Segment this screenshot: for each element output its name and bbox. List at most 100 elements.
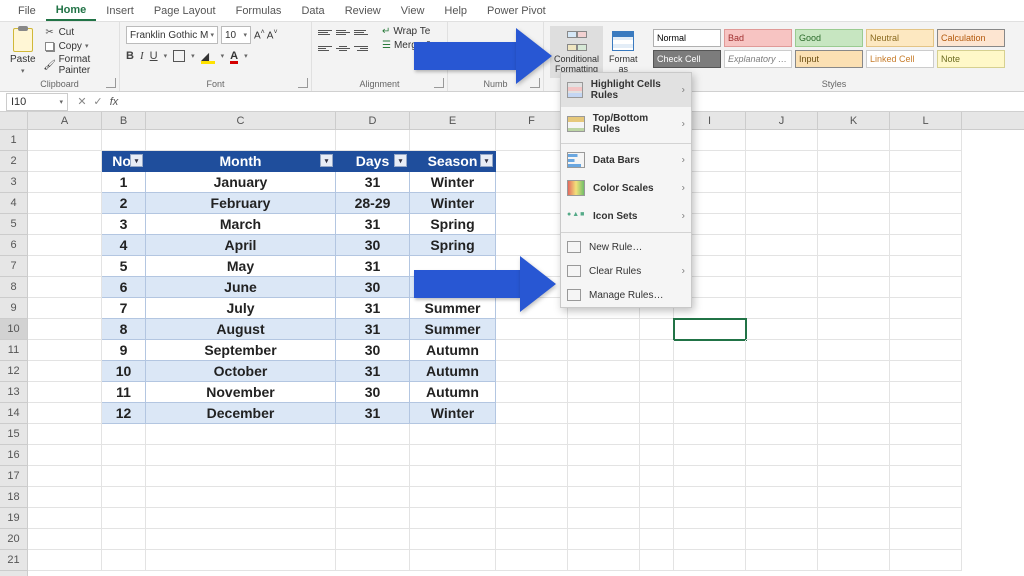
cell[interactable] [28,193,102,214]
cell[interactable] [746,424,818,445]
cell[interactable] [746,319,818,340]
style-chip[interactable]: Linked Cell [866,50,934,68]
style-chip[interactable]: Bad [724,29,792,47]
cell[interactable] [818,382,890,403]
enter-formula-button[interactable]: ✓ [90,95,106,108]
cell[interactable] [102,424,146,445]
row-header[interactable]: 10 [0,319,27,340]
cancel-formula-button[interactable]: ✕ [74,95,90,108]
bold-button[interactable]: B [126,50,134,62]
align-right-button[interactable] [354,42,368,54]
cell[interactable] [746,277,818,298]
cell[interactable] [818,424,890,445]
cell[interactable]: 11 [102,382,146,403]
cell[interactable]: 7 [102,298,146,319]
cell[interactable]: 10 [102,361,146,382]
cell[interactable]: February [146,193,336,214]
cell[interactable] [496,403,568,424]
cell[interactable] [28,214,102,235]
tab-file[interactable]: File [8,2,46,20]
cell[interactable] [336,424,410,445]
style-chip[interactable]: Good [795,29,863,47]
style-chip[interactable]: Note [937,50,1005,68]
cell[interactable]: 31 [336,403,410,424]
cell[interactable] [496,487,568,508]
cell[interactable] [746,550,818,571]
style-chip[interactable]: Normal [653,29,721,47]
cell[interactable] [496,319,568,340]
cell[interactable] [890,319,962,340]
cell[interactable] [640,319,674,340]
cell[interactable]: Winter [410,172,496,193]
cell[interactable] [102,445,146,466]
cell[interactable] [496,340,568,361]
cell[interactable] [102,487,146,508]
column-header[interactable]: D [336,112,410,129]
cell[interactable] [336,130,410,151]
insert-function-button[interactable]: fx [106,96,122,108]
cell[interactable] [674,361,746,382]
cell[interactable] [746,445,818,466]
cell[interactable] [818,277,890,298]
cell[interactable] [28,487,102,508]
cell[interactable] [640,466,674,487]
cell[interactable] [568,361,640,382]
cell[interactable]: August [146,319,336,340]
cell[interactable] [146,424,336,445]
row-header[interactable]: 19 [0,508,27,529]
cell[interactable] [890,256,962,277]
cell[interactable]: Autumn [410,361,496,382]
cell[interactable] [818,172,890,193]
cell[interactable] [890,130,962,151]
cell[interactable] [890,214,962,235]
style-chip[interactable]: Input [795,50,863,68]
cell[interactable] [568,403,640,424]
row-header[interactable]: 17 [0,466,27,487]
cell[interactable] [568,424,640,445]
cell[interactable] [410,130,496,151]
cell[interactable] [674,382,746,403]
cell[interactable] [28,508,102,529]
tab-data[interactable]: Data [291,2,334,20]
cell[interactable]: Winter [410,403,496,424]
cell[interactable] [496,508,568,529]
cell[interactable] [818,361,890,382]
tab-insert[interactable]: Insert [96,2,144,20]
cell[interactable] [890,277,962,298]
column-header[interactable]: L [890,112,962,129]
font-name-select[interactable]: Franklin Gothic M ▾ [126,26,218,44]
cell[interactable] [28,277,102,298]
tab-page-layout[interactable]: Page Layout [144,2,226,20]
row-header[interactable]: 16 [0,445,27,466]
cf-icon-sets-item[interactable]: Icon Sets [561,202,691,230]
cell[interactable] [818,550,890,571]
cf-new-rule-item[interactable]: New Rule… [561,235,691,259]
row-header[interactable]: 12 [0,361,27,382]
cell[interactable] [640,550,674,571]
increase-font-button[interactable]: A˄ [254,29,265,41]
cell[interactable] [818,487,890,508]
cell[interactable] [890,487,962,508]
cell[interactable] [818,340,890,361]
row-header[interactable]: 4 [0,193,27,214]
cell[interactable] [818,256,890,277]
cell[interactable] [146,130,336,151]
cell[interactable] [496,151,568,172]
cell[interactable]: July [146,298,336,319]
row-header[interactable]: 15 [0,424,27,445]
cell[interactable] [568,319,640,340]
cell[interactable] [674,529,746,550]
cell[interactable] [674,550,746,571]
dialog-launcher-icon[interactable] [298,78,308,88]
cell[interactable] [146,445,336,466]
cell[interactable] [890,466,962,487]
row-header[interactable]: 9 [0,298,27,319]
cell[interactable] [28,151,102,172]
cell[interactable] [890,361,962,382]
cf-highlight-cells-item[interactable]: Highlight Cells Rules [561,73,691,107]
cell[interactable] [640,382,674,403]
row-header[interactable]: 3 [0,172,27,193]
cell[interactable] [818,193,890,214]
cell[interactable] [336,445,410,466]
cell[interactable]: 3 [102,214,146,235]
